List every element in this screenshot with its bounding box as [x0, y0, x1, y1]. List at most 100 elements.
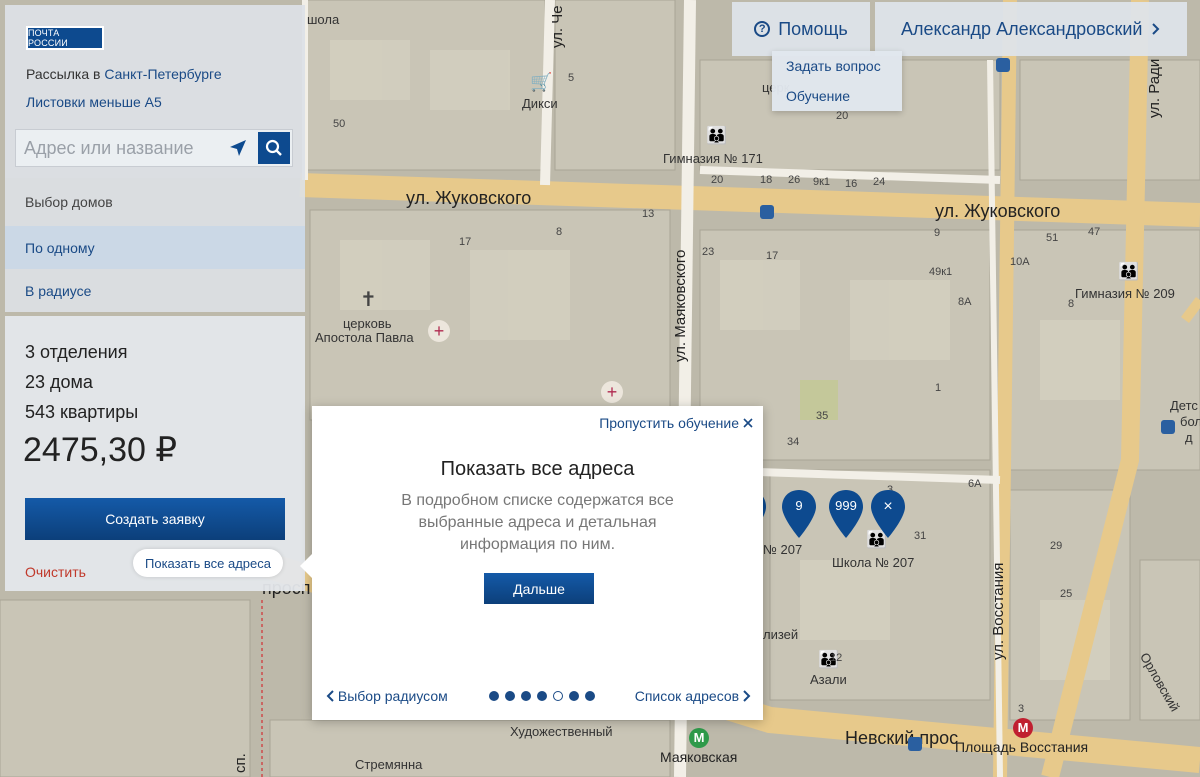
house-number: 25 [1060, 588, 1073, 600]
house-number: 17 [459, 236, 472, 248]
bus-stop-icon [908, 737, 922, 751]
mailing-location: Рассылка в Санкт-Петербурге [26, 66, 222, 82]
poi-label: Школа № 207 [832, 555, 915, 570]
poi-label: церковь [343, 316, 392, 331]
mailing-prefix: Рассылка в [26, 66, 105, 82]
step-dot[interactable] [489, 691, 499, 701]
prev-step-link[interactable]: Выбор радиусом [326, 688, 448, 704]
dropdown-item-ask-question[interactable]: Задать вопрос [772, 51, 902, 81]
close-icon [743, 418, 753, 428]
house-number: 10А [1010, 256, 1030, 268]
location-arrow-icon[interactable] [226, 136, 250, 160]
shop-cart-icon: 🛒 [530, 72, 553, 92]
street-label: ул. Че [549, 5, 566, 48]
house-number: 29 [1050, 540, 1063, 552]
house-number: 47 [1088, 226, 1101, 238]
church-icon: ✝ [360, 289, 377, 311]
house-number: 24 [873, 176, 886, 188]
step-dot-active[interactable] [553, 691, 563, 701]
street-label: ул. Маяковского [672, 249, 689, 362]
step-dot[interactable] [505, 691, 515, 701]
marker-label: 9 [795, 498, 803, 513]
prev-step-label: Выбор радиусом [337, 688, 448, 704]
house-number: 16 [845, 178, 858, 190]
skip-tutorial-link[interactable]: Пропустить обучение [599, 415, 753, 431]
step-dot[interactable] [537, 691, 547, 701]
help-dropdown: Задать вопрос Обучение [772, 51, 902, 111]
map-marker[interactable]: 9 [781, 490, 817, 538]
mode-radius-option[interactable]: В радиусе [5, 269, 305, 312]
user-menu-button[interactable]: Александр Александровский [875, 2, 1187, 56]
help-label: Помощь [778, 18, 848, 39]
bus-stop-icon [1161, 420, 1175, 434]
metro-icon: M [689, 728, 709, 748]
street-label: ул. Ради [1146, 58, 1163, 118]
street-label: Художественный [510, 724, 613, 739]
house-number: 23 [702, 246, 715, 258]
tutorial-popup: Пропустить обучение Показать все адреса … [300, 406, 763, 720]
poi-label: Азали [810, 672, 847, 687]
house-number: 12 [830, 652, 843, 664]
marker-close-icon[interactable]: × [870, 498, 906, 516]
house-number: 51 [1046, 232, 1059, 244]
mode-single-option[interactable]: По одному [5, 226, 305, 269]
poi-label: Детс [1170, 398, 1198, 413]
next-step-link[interactable]: Список адресов [635, 688, 751, 704]
step-dot[interactable] [585, 691, 595, 701]
create-request-button[interactable]: Создать заявку [25, 498, 285, 540]
house-number: 1 [935, 382, 942, 394]
chevron-left-icon [326, 690, 334, 702]
step-dot[interactable] [521, 691, 531, 701]
metro-label: Площадь Восстания [955, 739, 1089, 755]
summary: 3 отделения 23 дома 543 квартиры 2475,30… [5, 316, 305, 591]
clear-link[interactable]: Очистить [25, 564, 86, 580]
street-label: ул. Жуковского [935, 201, 1061, 221]
house-selection-title: Выбор домов [25, 194, 113, 210]
poi-label: лизей [763, 627, 799, 642]
street-label: сп. [232, 753, 249, 773]
house-number: 50 [333, 118, 346, 130]
marker-label: 999 [835, 498, 857, 513]
help-button[interactable]: ? Помощь [732, 2, 870, 56]
stat-apartments: 543 квартиры [25, 402, 139, 422]
mailing-city-link[interactable]: Санкт-Петербурге [104, 66, 221, 82]
poi-label: шола [307, 12, 340, 27]
next-button[interactable]: Дальше [484, 573, 594, 604]
chevron-right-icon [1152, 23, 1160, 35]
dropdown-item-tutorial[interactable]: Обучение [772, 81, 902, 111]
street-label: Невский прос [845, 728, 959, 748]
house-number: 31 [914, 530, 927, 542]
search-button[interactable] [258, 132, 290, 164]
house-number: 49к1 [929, 266, 953, 278]
skip-label: Пропустить обучение [599, 415, 739, 431]
house-number: 13 [642, 208, 655, 220]
bus-stop-icon [996, 58, 1010, 72]
show-all-addresses-link[interactable]: Показать все адреса [133, 549, 283, 577]
search-box [15, 129, 293, 167]
step-dot[interactable] [569, 691, 579, 701]
house-number: 34 [787, 436, 800, 448]
map-marker[interactable]: 999 [828, 490, 864, 538]
house-number: 8 [1068, 298, 1075, 310]
panel-header: ПОЧТА РОССИИ Рассылка в Санкт-Петербурге… [5, 5, 305, 178]
house-number: 9к1 [813, 176, 831, 188]
stat-houses: 23 дома [25, 372, 93, 392]
house-number: 9 [934, 227, 941, 239]
street-label: Стремянна [355, 757, 423, 772]
school-icon: 👪 [1118, 262, 1140, 281]
house-number: 8 [556, 226, 563, 238]
user-name: Александр Александровский [901, 18, 1143, 39]
search-input[interactable] [16, 137, 226, 159]
question-circle-icon: ? [754, 21, 771, 37]
metro-label: Маяковская [660, 749, 738, 765]
hospital-icon: + [601, 381, 623, 403]
flyer-type-link[interactable]: Листовки меньше А5 [26, 94, 162, 110]
stat-offices: 3 отделения [25, 342, 128, 362]
popup-pointer [300, 554, 312, 578]
search-icon [265, 139, 282, 156]
house-number: 20 [836, 110, 849, 122]
logo[interactable]: ПОЧТА РОССИИ [26, 26, 104, 50]
poi-label: д [1185, 430, 1193, 445]
popup-text: В подробном списке содержатся все выбран… [401, 492, 674, 553]
map-marker-selected[interactable]: × [870, 490, 906, 538]
